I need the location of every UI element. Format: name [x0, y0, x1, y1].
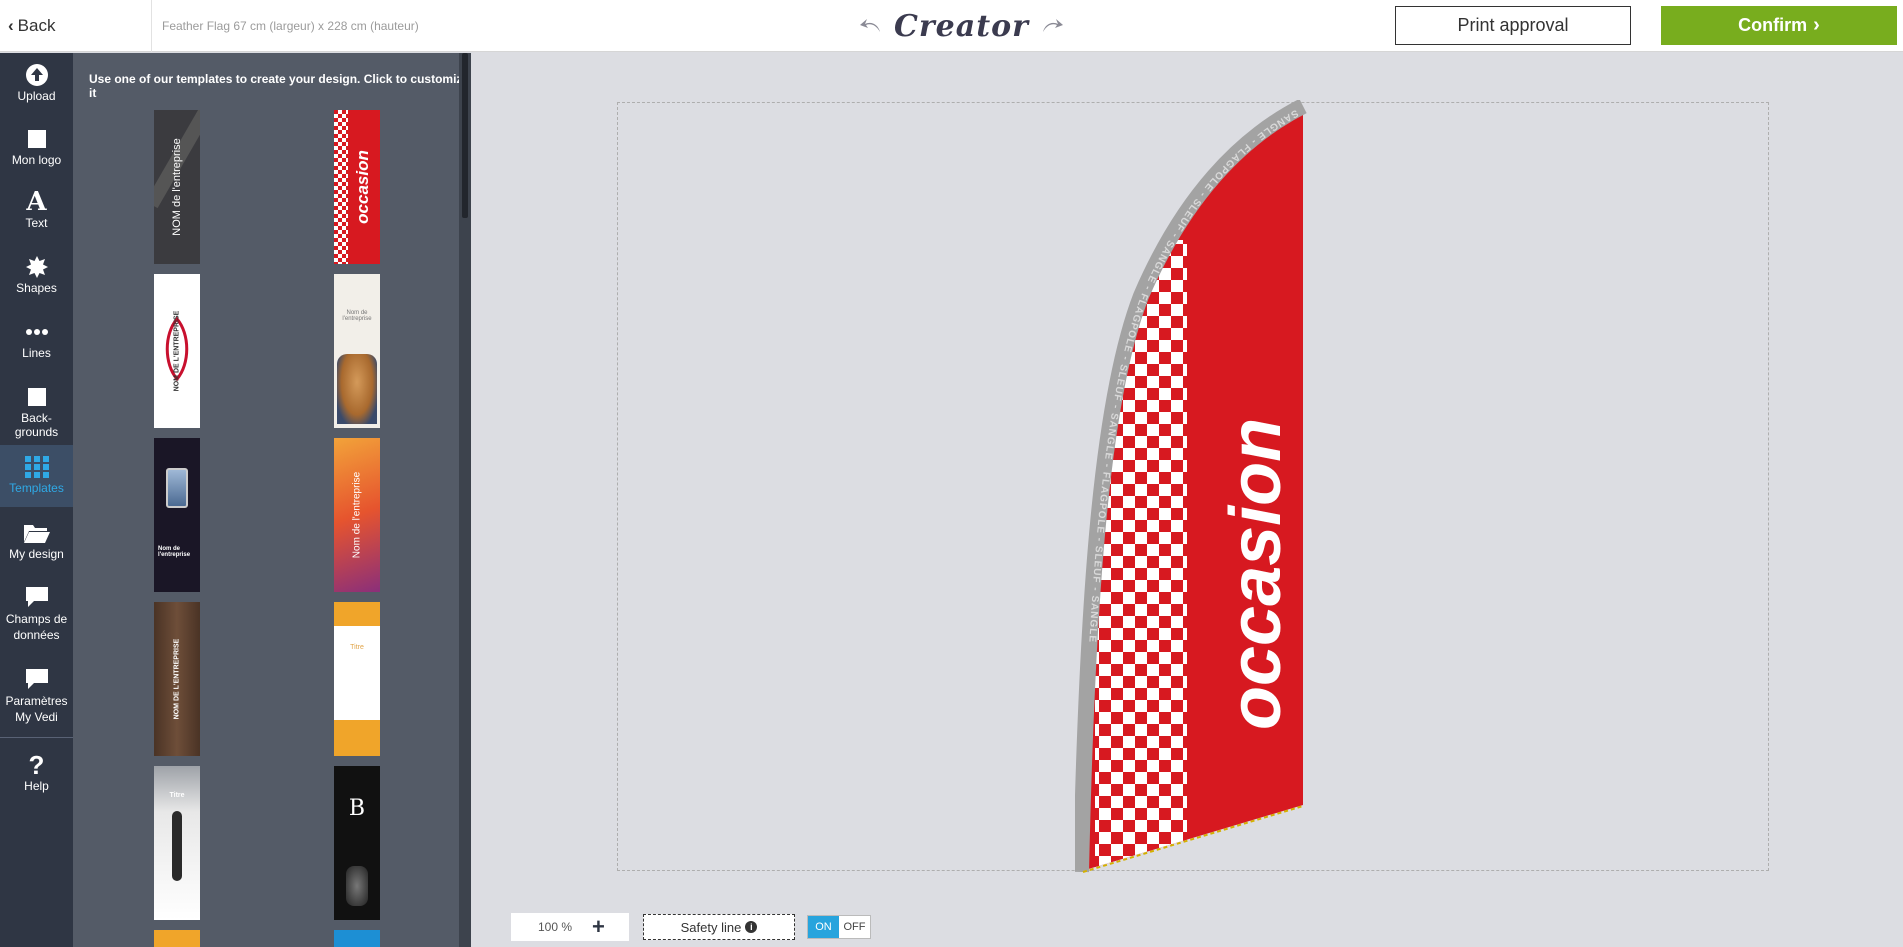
- template-text: NOM DE L'ENTREPRISE: [173, 310, 181, 392]
- redo-icon[interactable]: [1039, 16, 1065, 36]
- template-text: Titre: [169, 792, 185, 799]
- question-icon: ?: [28, 750, 45, 780]
- comment-icon: [22, 583, 52, 611]
- square-icon: [22, 125, 52, 153]
- template-text: Nom de l'entreprise: [158, 546, 191, 558]
- chevron-right-icon: ›: [1813, 14, 1820, 36]
- sidebar-item-my-design[interactable]: My design: [0, 519, 73, 561]
- feather-flag-preview[interactable]: SANGLE - FLAGPOLE - SLEUF - SANGLE - FLA…: [1075, 100, 1315, 875]
- template-thumbnail[interactable]: NOM DE L'ENTREPRISE: [154, 274, 200, 428]
- sidebar-item-label: Mon logo: [11, 153, 62, 167]
- runner-image: [172, 811, 182, 881]
- toggle-off[interactable]: OFF: [839, 916, 870, 938]
- template-thumbnail[interactable]: Titre: [154, 766, 200, 920]
- sidebar-item-shapes[interactable]: Shapes: [0, 253, 73, 295]
- star-icon: [22, 253, 52, 281]
- print-approval-button[interactable]: Print approval: [1395, 6, 1631, 45]
- comment-icon: [22, 665, 52, 693]
- sidebar-item-parametres[interactable]: Paramètres My Vedi: [0, 665, 73, 725]
- template-thumbnail[interactable]: Titre: [334, 602, 380, 756]
- sidebar-item-label: Templates: [9, 481, 64, 495]
- templates-panel: Use one of our templates to create your …: [73, 53, 471, 947]
- template-thumbnail[interactable]: NOM DE L'ENTREPRISE: [154, 602, 200, 756]
- top-bar: ‹ Back Feather Flag 67 cm (largeur) x 228…: [0, 0, 1903, 52]
- template-thumbnail[interactable]: NOM de l'entreprise: [154, 110, 200, 264]
- sidebar-item-mon-logo[interactable]: Mon logo: [0, 125, 73, 167]
- chevron-left-icon: ‹: [8, 16, 14, 35]
- template-thumbnail[interactable]: Nom de l'entreprise: [334, 438, 380, 592]
- templates-panel-title: Use one of our templates to create your …: [89, 72, 470, 100]
- template-thumbnail[interactable]: B: [334, 766, 380, 920]
- sidebar-item-label: My design: [9, 547, 64, 561]
- back-button[interactable]: ‹ Back: [8, 16, 55, 36]
- sidebar-item-label: Back- grounds: [14, 411, 59, 439]
- panel-scrollbar-thumb[interactable]: [462, 53, 468, 218]
- back-label: Back: [17, 16, 56, 35]
- athlete-image: [346, 866, 368, 906]
- sidebar-item-backgrounds[interactable]: Back- grounds: [0, 383, 73, 439]
- sidebar-item-label: Shapes: [16, 281, 57, 295]
- template-thumbnail[interactable]: [154, 930, 200, 947]
- template-text: Nom de l'entreprise: [351, 471, 363, 559]
- zoom-in-icon[interactable]: +: [592, 914, 605, 940]
- template-thumbnail[interactable]: occasion: [334, 110, 380, 264]
- sidebar-divider: [0, 737, 73, 738]
- template-text: NOM de l'entreprise: [171, 138, 183, 236]
- sidebar-item-label: Upload: [17, 89, 56, 103]
- upload-icon: [22, 61, 52, 89]
- logo-area: Creator: [858, 4, 1065, 48]
- zoom-value: 100 %: [538, 920, 573, 934]
- sidebar-item-champs-de-donnees[interactable]: Champs de données: [0, 583, 73, 643]
- square-icon: [22, 383, 52, 411]
- puppy-image: [337, 354, 377, 424]
- safety-line-button[interactable]: Safety line i: [643, 914, 795, 940]
- sidebar-item-label: Help: [24, 779, 49, 793]
- template-thumbnail[interactable]: Nom de l'entreprise: [154, 438, 200, 592]
- sidebar-item-label: Champs de données: [5, 612, 68, 642]
- info-icon: i: [745, 921, 758, 933]
- template-text: Titre: [350, 644, 364, 651]
- app-logo: Creator: [894, 8, 1029, 44]
- template-text: occasion: [353, 150, 372, 224]
- grid-icon: [22, 453, 52, 481]
- safety-line-label: Safety line: [680, 919, 742, 935]
- text-icon: A: [26, 187, 47, 217]
- flag-checker-pattern: [1095, 240, 1187, 870]
- sidebar-item-label: Lines: [22, 346, 51, 360]
- flag-main-text[interactable]: occasion: [1216, 418, 1296, 730]
- dots-icon: [22, 318, 52, 346]
- sidebar-item-upload[interactable]: Upload: [0, 61, 73, 103]
- sidebar-item-templates[interactable]: Templates: [0, 445, 81, 507]
- sidebar-item-help[interactable]: ? Help: [0, 751, 73, 793]
- zoom-control: 100 % +: [511, 913, 629, 941]
- template-text: Nom de l'entreprise: [342, 310, 372, 322]
- template-text: B: [348, 796, 366, 821]
- template-text: NOM DE L'ENTREPRISE: [173, 638, 181, 720]
- confirm-label: Confirm: [1738, 15, 1808, 35]
- template-thumbnail[interactable]: [334, 930, 380, 947]
- tool-sidebar: Upload Mon logo A Text Shapes Lines Back…: [0, 53, 81, 947]
- folder-icon: [22, 519, 52, 547]
- sidebar-item-label: Paramètres My Vedi: [5, 694, 68, 724]
- sidebar-item-lines[interactable]: Lines: [0, 318, 73, 360]
- product-title: Feather Flag 67 cm (largeur) x 228 cm (h…: [151, 0, 419, 52]
- phone-image: [166, 468, 188, 508]
- toggle-on[interactable]: ON: [808, 916, 839, 938]
- safety-line-toggle[interactable]: ON OFF: [807, 915, 871, 939]
- undo-icon[interactable]: [858, 16, 884, 36]
- sidebar-item-label: Text: [25, 216, 48, 230]
- confirm-button[interactable]: Confirm ›: [1661, 6, 1897, 45]
- sidebar-item-text[interactable]: A Text: [0, 188, 73, 230]
- template-thumbnail[interactable]: Nom de l'entreprise: [334, 274, 380, 428]
